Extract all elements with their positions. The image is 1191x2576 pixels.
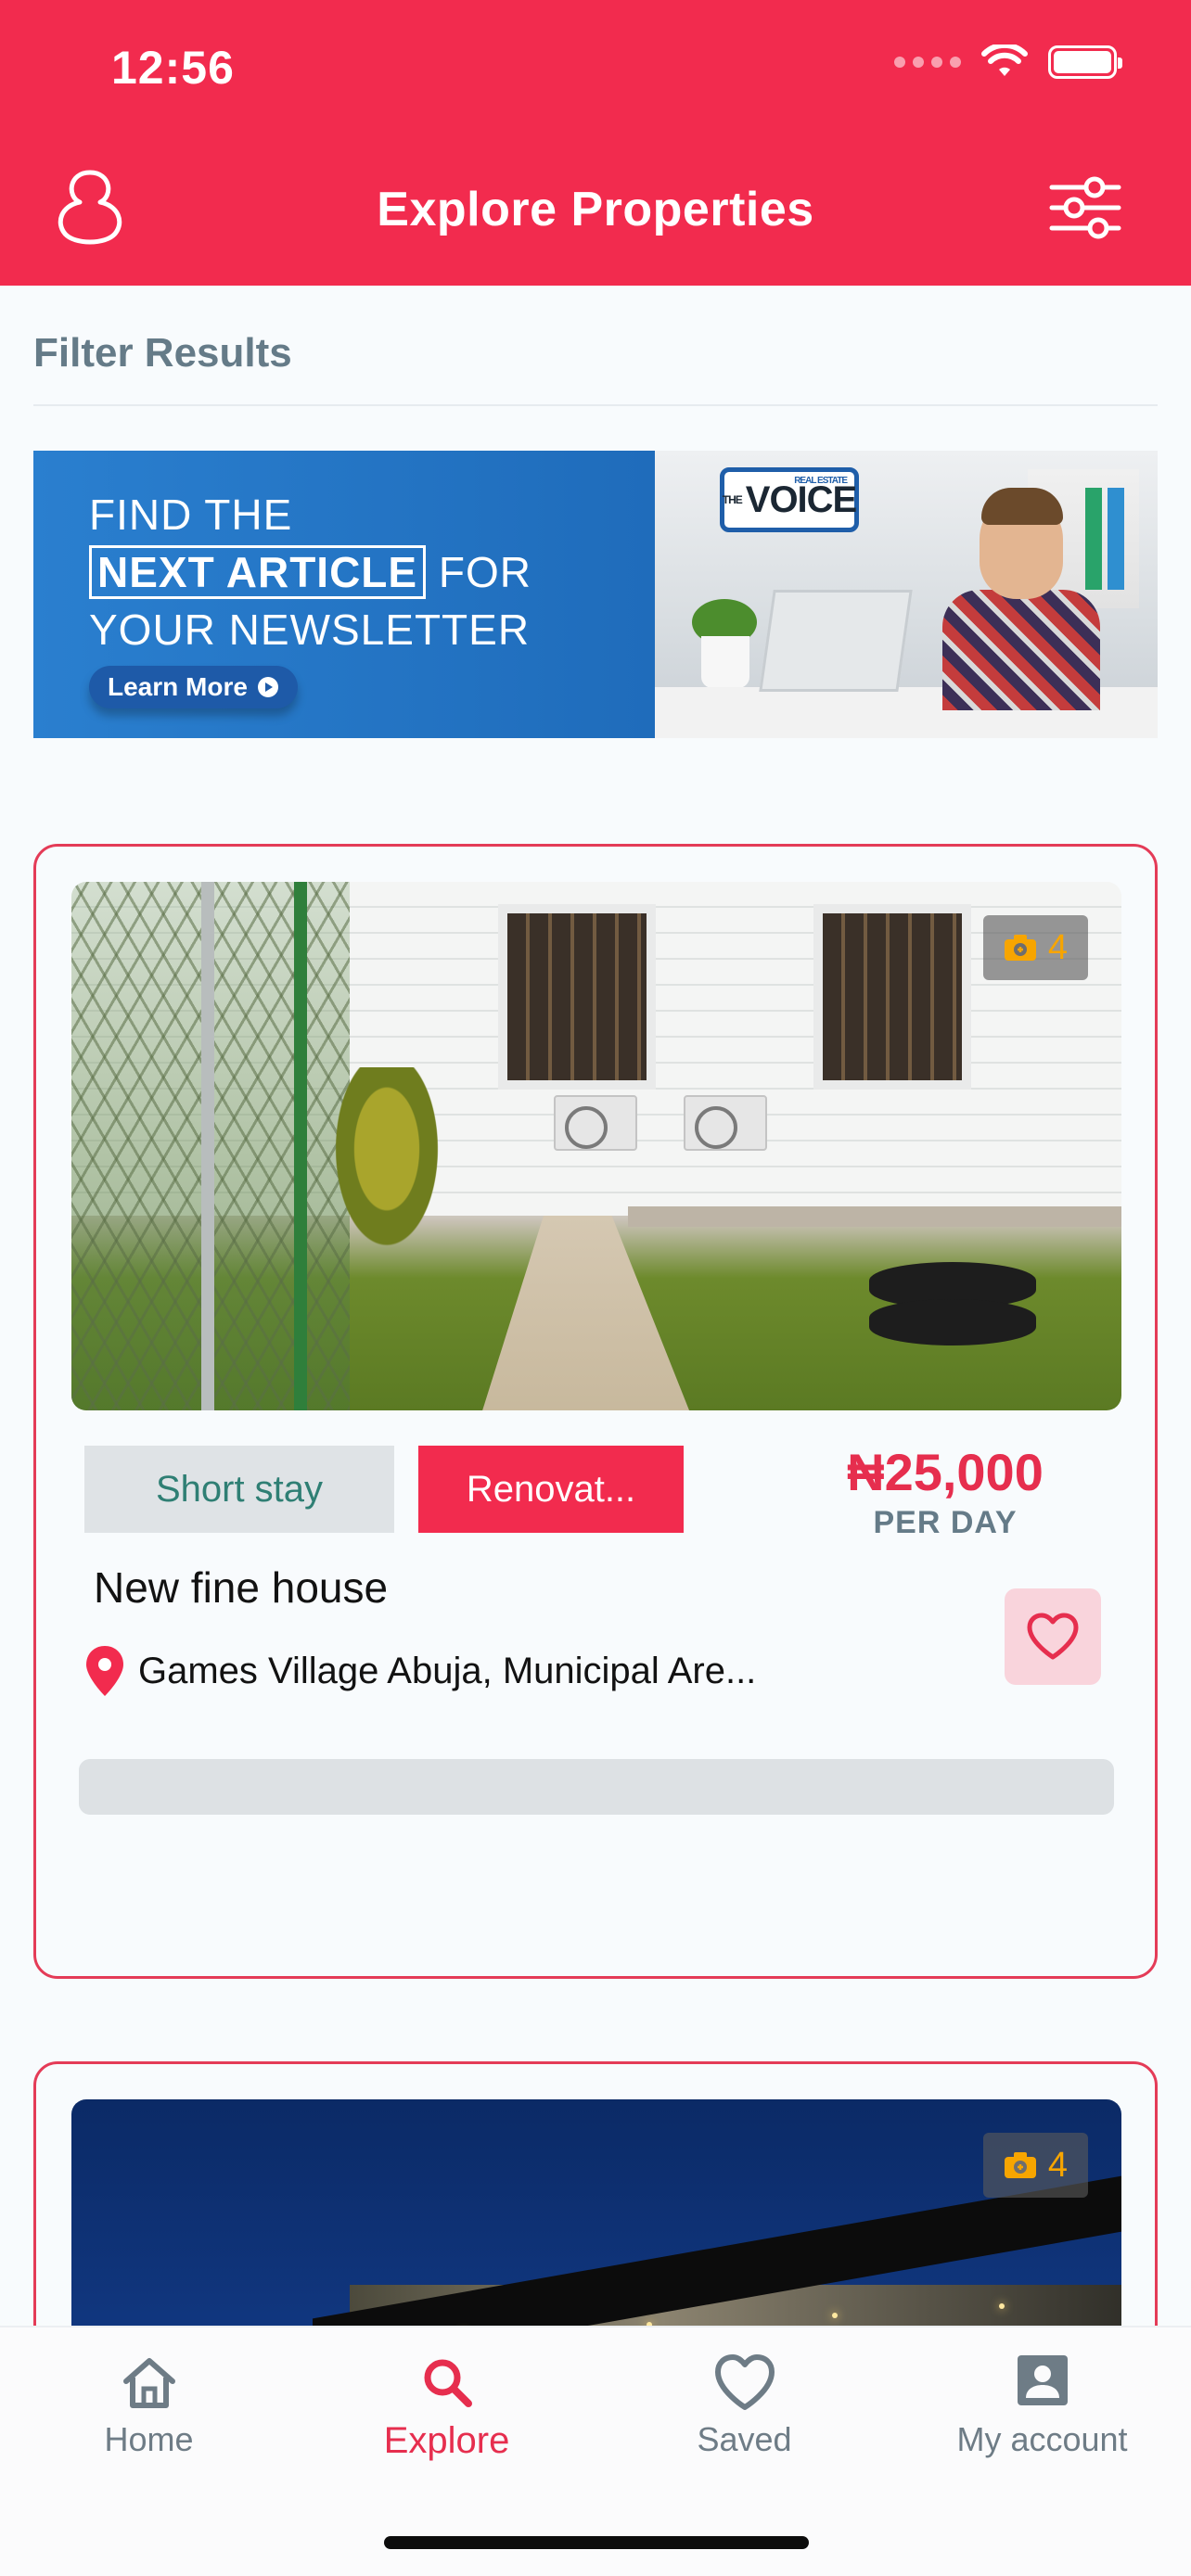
learn-more-label: Learn More <box>108 672 248 701</box>
banner-headline: FIND THE NEXT ARTICLE FOR YOUR NEWSLETTE… <box>89 486 531 658</box>
promo-banner[interactable]: FIND THE NEXT ARTICLE FOR YOUR NEWSLETTE… <box>33 451 1158 738</box>
signal-icon <box>894 57 961 68</box>
property-card[interactable]: 4 Short stay Renovat... ₦25,000 PER DAY … <box>33 844 1158 1979</box>
photo-count-badge: 4 <box>982 915 1088 980</box>
banner-line-2-boxed: NEXT ARTICLE <box>89 545 427 599</box>
status-time: 12:56 <box>111 42 235 94</box>
property-photo[interactable]: 4 <box>71 882 1121 1410</box>
nav-my-account[interactable]: My account <box>893 2352 1191 2459</box>
nav-saved[interactable]: Saved <box>596 2352 893 2459</box>
nav-home-label: Home <box>104 2420 194 2458</box>
progress-bar <box>79 1759 1114 1815</box>
camera-icon <box>1004 935 1036 961</box>
heart-icon <box>1027 1613 1079 1660</box>
nav-home[interactable]: Home <box>0 2352 298 2459</box>
heart-icon <box>714 2354 775 2410</box>
app-header: 12:56 Explore Properties <box>0 0 1191 286</box>
banner-line-3: YOUR NEWSLETTER <box>89 606 531 654</box>
filter-results-label[interactable]: Filter Results <box>33 330 292 376</box>
nav-saved-label: Saved <box>697 2420 792 2458</box>
brand-tag: REAL ESTATE <box>794 476 848 486</box>
wifi-icon <box>981 45 1028 76</box>
page-title: Explore Properties <box>377 183 814 236</box>
status-icons <box>894 45 1122 80</box>
camera-icon <box>1004 2152 1036 2178</box>
banner-photo: THE VOICE REAL ESTATE <box>655 451 1158 738</box>
price: ₦25,000 <box>847 1443 1044 1501</box>
banner-line-2-rest: FOR <box>426 548 531 596</box>
location-text: Games Village Abuja, Municipal Are... <box>138 1650 757 1691</box>
tag-short-stay: Short stay <box>84 1446 394 1533</box>
nav-explore-label: Explore <box>383 2420 510 2461</box>
photo-count: 4 <box>1047 2145 1068 2185</box>
location-pin-icon <box>86 1646 123 1696</box>
save-favorite-button[interactable] <box>1005 1588 1101 1685</box>
learn-more-button[interactable]: Learn More <box>89 666 298 708</box>
brand-logo: THE VOICE REAL ESTATE <box>720 467 859 532</box>
banner-line-1: FIND THE <box>89 491 293 539</box>
play-circle-icon <box>257 677 278 697</box>
property-title[interactable]: New fine house <box>94 1562 388 1613</box>
price-unit: PER DAY <box>873 1505 1018 1540</box>
divider <box>33 404 1158 406</box>
filter-settings-icon[interactable] <box>1046 169 1124 247</box>
property-location: Games Village Abuja, Municipal Are... <box>84 1644 756 1698</box>
nav-my-account-label: My account <box>956 2420 1128 2458</box>
battery-icon <box>1048 45 1122 79</box>
account-icon <box>1017 2355 1068 2405</box>
brand-small: THE <box>722 493 743 506</box>
search-icon <box>424 2359 472 2407</box>
home-indicator <box>384 2536 809 2549</box>
photo-count: 4 <box>1047 927 1068 967</box>
nav-explore[interactable]: Explore <box>298 2352 596 2462</box>
tag-renovated: Renovat... <box>418 1446 684 1533</box>
photo-count-badge: 4 <box>982 2133 1088 2198</box>
home-icon <box>122 2358 175 2408</box>
